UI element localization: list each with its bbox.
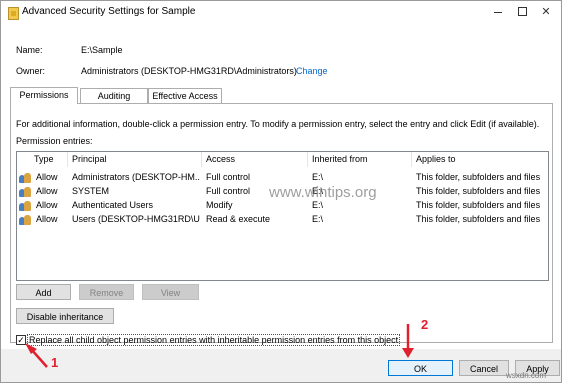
step-2-label: 2 bbox=[421, 317, 429, 332]
annotation-arrows bbox=[25, 324, 414, 368]
step-1-label: 1 bbox=[51, 355, 59, 370]
site-watermark: wsxdn.com bbox=[506, 371, 547, 380]
arrowhead-icon bbox=[402, 348, 414, 358]
advanced-security-window: Advanced Security Settings for Sample ✕ … bbox=[0, 0, 562, 383]
